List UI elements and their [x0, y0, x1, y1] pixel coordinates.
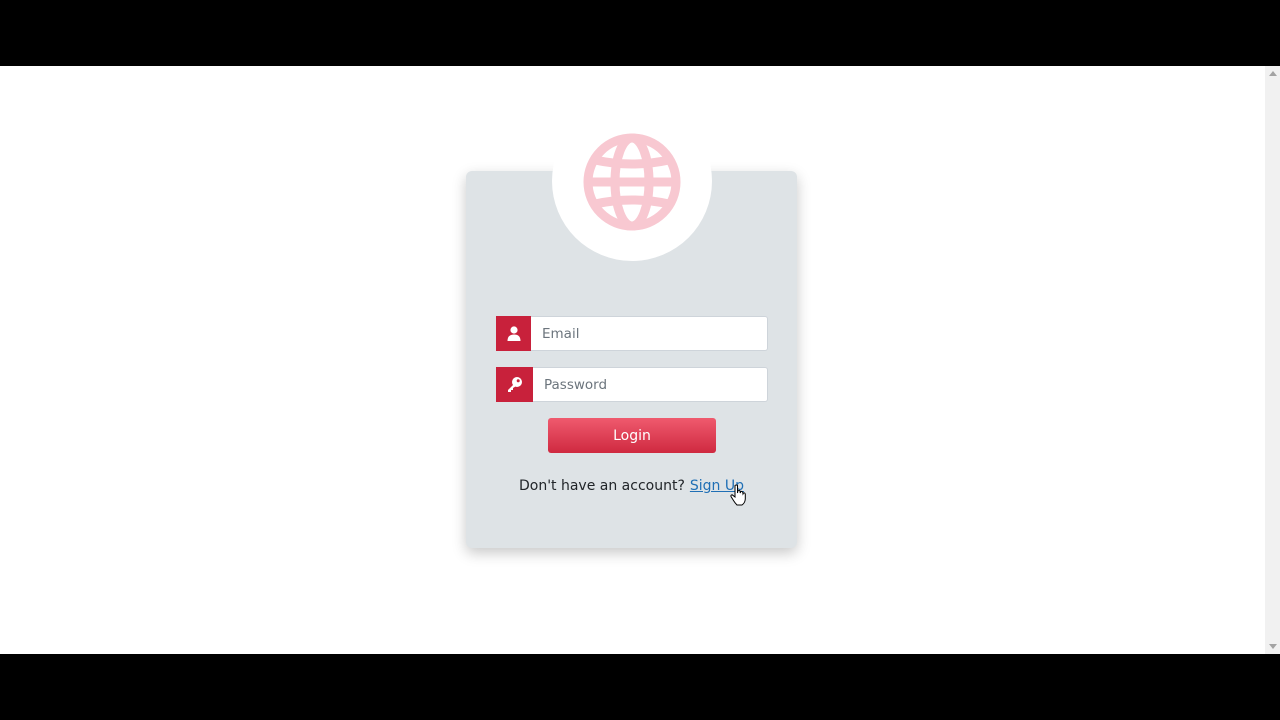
- password-addon: [496, 367, 533, 402]
- email-input[interactable]: [531, 316, 768, 351]
- signup-row: Don't have an account? Sign Up: [466, 478, 797, 494]
- scroll-up-icon[interactable]: [1269, 71, 1277, 76]
- password-input[interactable]: [533, 367, 768, 402]
- browser-viewport: Login Don't have an account?Sign Up: [0, 66, 1280, 654]
- email-input-group: [496, 316, 768, 351]
- scroll-down-icon[interactable]: [1269, 644, 1277, 649]
- user-icon: [507, 326, 520, 341]
- vertical-scrollbar[interactable]: [1265, 66, 1280, 654]
- login-button[interactable]: Login: [548, 418, 716, 453]
- password-input-group: [496, 367, 768, 402]
- hand-cursor-icon: [730, 484, 746, 506]
- globe-icon: [583, 133, 681, 231]
- key-icon: [508, 377, 522, 392]
- signup-prompt: Don't have an account?: [518, 478, 685, 494]
- email-addon: [496, 316, 531, 351]
